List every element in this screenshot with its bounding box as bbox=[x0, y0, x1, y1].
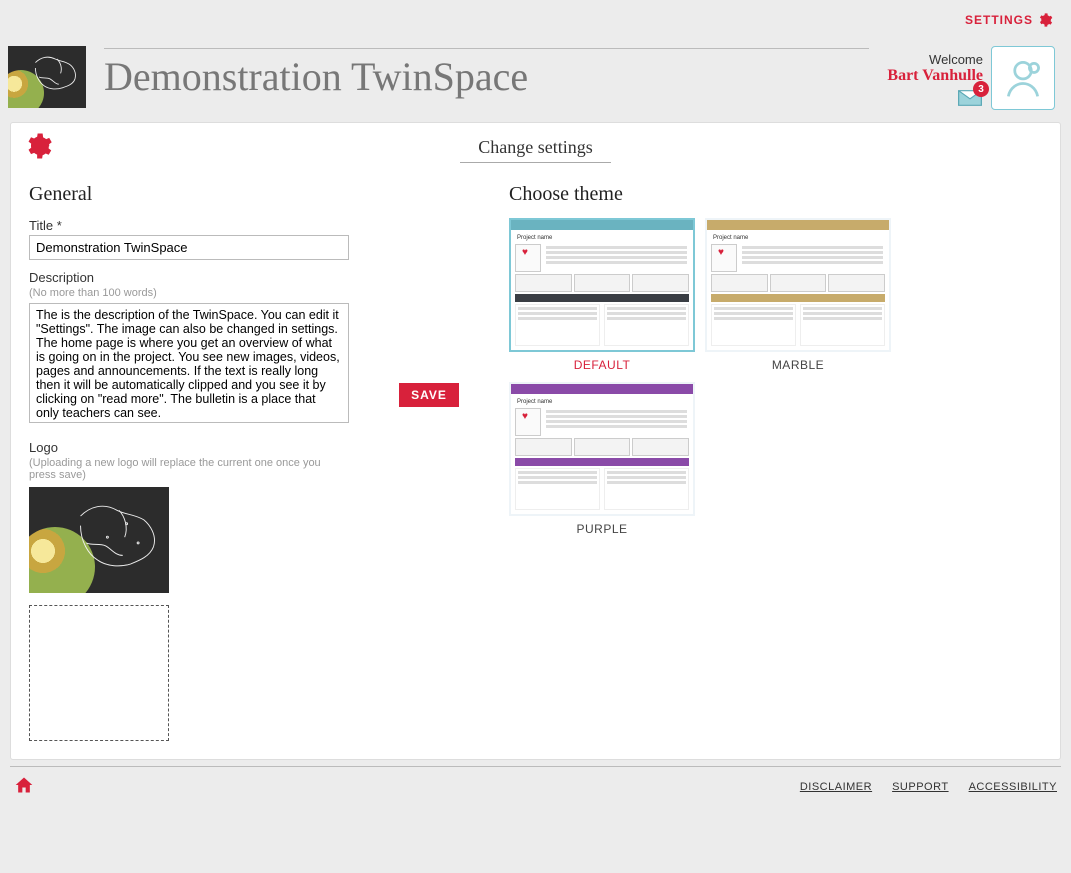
logo-upload-dropzone[interactable] bbox=[29, 605, 169, 741]
avatar[interactable] bbox=[991, 46, 1055, 110]
messages-link[interactable]: 3 bbox=[957, 89, 983, 110]
current-logo-preview bbox=[29, 487, 169, 593]
general-heading: General bbox=[29, 183, 349, 206]
theme-option-default[interactable]: Project nameDEFAULT bbox=[509, 218, 695, 372]
description-hint: (No more than 100 words) bbox=[29, 287, 349, 299]
theme-label: DEFAULT bbox=[509, 358, 695, 372]
title-input[interactable] bbox=[29, 235, 349, 260]
home-icon bbox=[14, 775, 34, 795]
gear-icon bbox=[1037, 12, 1053, 28]
theme-option-purple[interactable]: Project namePURPLE bbox=[509, 382, 695, 536]
theme-label: PURPLE bbox=[509, 522, 695, 536]
page-title: Demonstration TwinSpace bbox=[104, 48, 869, 97]
footer-link-accessibility[interactable]: ACCESSIBILITY bbox=[969, 781, 1057, 793]
footer-link-disclaimer[interactable]: DISCLAIMER bbox=[800, 781, 872, 793]
notification-badge: 3 bbox=[973, 81, 989, 97]
settings-link[interactable]: SETTINGS bbox=[965, 12, 1053, 28]
theme-option-marble[interactable]: Project nameMARBLE bbox=[705, 218, 891, 372]
logo-field-label: Logo bbox=[29, 440, 349, 455]
welcome-label: Welcome bbox=[887, 52, 983, 67]
project-logo-thumbnail bbox=[8, 46, 86, 108]
description-field-label: Description bbox=[29, 270, 349, 285]
home-link[interactable] bbox=[14, 775, 34, 798]
footer-link-support[interactable]: SUPPORT bbox=[892, 781, 948, 793]
settings-label: SETTINGS bbox=[965, 13, 1033, 27]
save-button[interactable]: SAVE bbox=[399, 383, 459, 407]
user-icon bbox=[1001, 56, 1045, 100]
panel-title: Change settings bbox=[460, 137, 611, 163]
username: Bart Vanhulle bbox=[887, 67, 983, 85]
description-textarea[interactable] bbox=[29, 303, 349, 423]
title-field-label: Title * bbox=[29, 218, 349, 233]
themes-heading: Choose theme bbox=[509, 183, 1042, 206]
logo-hint: (Uploading a new logo will replace the c… bbox=[29, 457, 349, 481]
theme-label: MARBLE bbox=[705, 358, 891, 372]
